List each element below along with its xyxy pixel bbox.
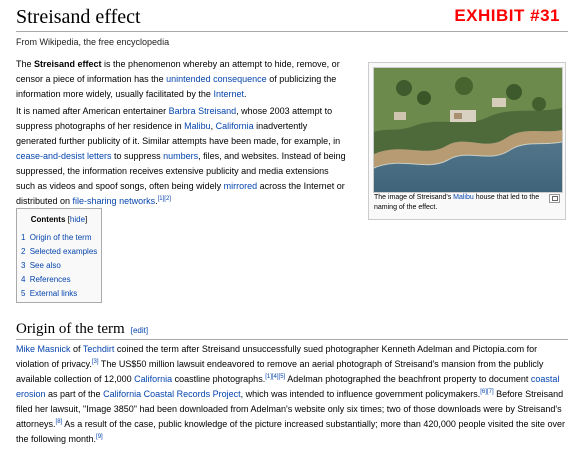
toc-header: Contents [hide]	[30, 215, 88, 224]
link-numbers[interactable]: numbers	[163, 151, 198, 161]
link-techdirt[interactable]: Techdirt	[83, 344, 115, 354]
intro-paragraph-1: The Streisand effect is the phenomenon w…	[16, 59, 340, 99]
exhibit-label: EXHIBIT #31	[454, 6, 560, 25]
citation-6[interactable]: [6]	[480, 389, 487, 395]
section-edit-link[interactable]: [edit]	[131, 326, 148, 335]
citation-9[interactable]: [9]	[96, 434, 103, 440]
link-barbra-streisand[interactable]: Barbra Streisand	[169, 106, 237, 116]
section-heading: Origin of the term [edit]	[16, 321, 149, 337]
citation-2[interactable]: [2]	[164, 196, 171, 202]
citation-4[interactable]: [4]	[272, 374, 279, 380]
magnify-clip-icon[interactable]	[549, 194, 560, 203]
toc-item-origin[interactable]: 1 Origin of the term	[21, 233, 92, 242]
citation-1b[interactable]: [1]	[265, 374, 272, 380]
site-tagline: From Wikipedia, the free encyclopedia	[16, 37, 170, 47]
toc-item-selected-examples[interactable]: 2 Selected examples	[21, 247, 97, 256]
article-subject: Streisand effect	[34, 59, 102, 69]
toc-item-external-links[interactable]: 5 External links	[21, 289, 77, 298]
link-mirrored[interactable]: mirrored	[224, 181, 258, 191]
link-california-2[interactable]: California	[134, 374, 172, 384]
thumbnail-box: The image of Streisand's Malibu house th…	[368, 62, 566, 220]
link-internet[interactable]: Internet	[213, 89, 244, 99]
toc-title: Contents	[30, 215, 66, 224]
caption-link-malibu[interactable]: Malibu	[453, 194, 474, 201]
link-mike-masnick[interactable]: Mike Masnick	[16, 344, 71, 354]
page-title: Streisand effect	[16, 6, 141, 28]
link-ccrp[interactable]: California Coastal Records Project	[103, 389, 241, 399]
link-unintended-consequence[interactable]: unintended consequence	[166, 74, 267, 84]
toc-item-references[interactable]: 4 References	[21, 275, 71, 284]
toc-item-see-also[interactable]: 3 See also	[21, 261, 61, 270]
link-california[interactable]: California	[216, 121, 254, 131]
thumbnail-caption: The image of Streisand's Malibu house th…	[374, 194, 540, 211]
link-malibu[interactable]: Malibu	[184, 121, 211, 131]
link-cease-and-desist[interactable]: cease-and-desist letters	[16, 151, 112, 161]
title-divider	[16, 31, 568, 32]
origin-paragraph: Mike Masnick of Techdirt coined the term…	[16, 344, 566, 444]
citation-3[interactable]: [3]	[92, 359, 99, 365]
link-file-sharing[interactable]: file-sharing networks	[73, 196, 156, 206]
section-divider	[16, 339, 568, 340]
citation-7[interactable]: [7]	[487, 389, 494, 395]
toc-hide-toggle[interactable]: hide	[70, 215, 85, 224]
malibu-aerial-photo[interactable]	[373, 67, 563, 193]
table-of-contents: Contents [hide] 1 Origin of the term 2 S…	[16, 208, 102, 303]
intro-paragraph-2: It is named after American entertainer B…	[16, 106, 346, 206]
